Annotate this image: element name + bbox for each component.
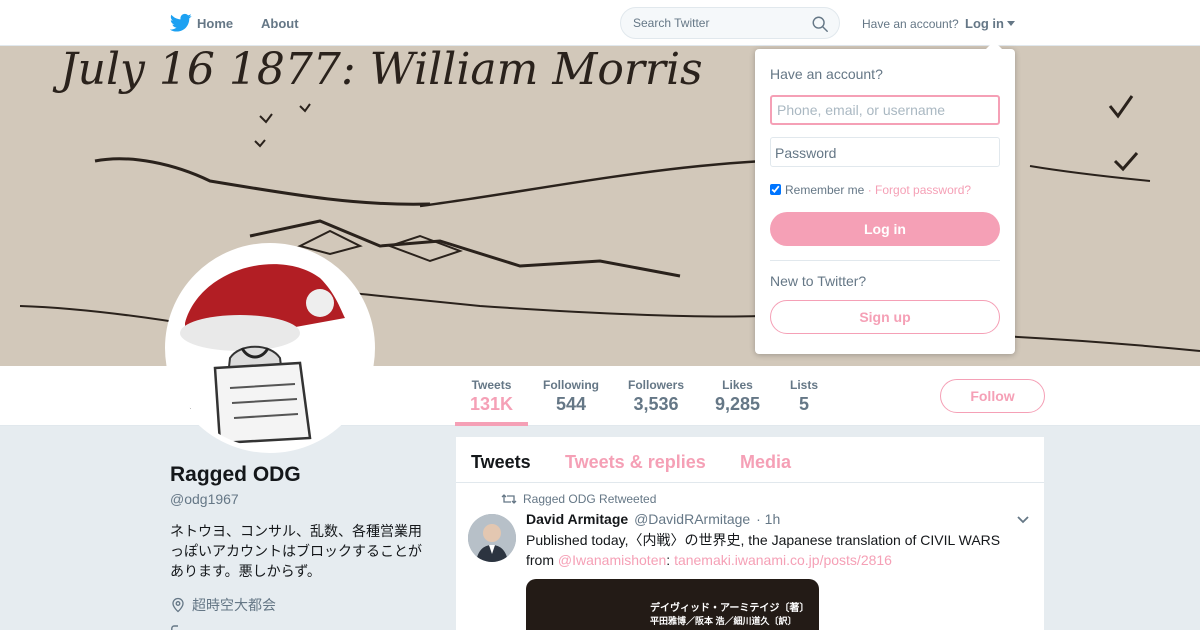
dropdown-divider xyxy=(770,260,1000,261)
stat-value: 131K xyxy=(470,394,514,414)
retweet-icon xyxy=(501,494,517,504)
tab-media[interactable]: Media xyxy=(740,452,791,473)
stat-label: Following xyxy=(543,378,599,392)
profile-location: 超時空大都会 xyxy=(170,595,276,615)
profile-avatar[interactable] xyxy=(165,243,375,453)
chevron-down-icon[interactable] xyxy=(1016,515,1030,525)
remember-me-checkbox[interactable] xyxy=(770,184,781,195)
tab-tweets[interactable]: Tweets xyxy=(471,452,531,473)
top-navigation-bar: Home About Search Twitter Have an accoun… xyxy=(0,0,1200,46)
password-field[interactable] xyxy=(770,137,1000,167)
tab-tweets-and-replies[interactable]: Tweets & replies xyxy=(565,452,706,473)
stat-following[interactable]: Following 544 xyxy=(543,378,599,415)
nav-home-link[interactable]: Home xyxy=(197,16,233,31)
profile-bio: ネトウヨ、コンサル、乱数、各種営業用っぽいアカウントはブロックすることがあります… xyxy=(170,523,422,579)
stat-label: Likes xyxy=(722,378,753,392)
stat-lists[interactable]: Lists 5 xyxy=(790,378,818,415)
login-dropdown-toggle[interactable]: Log in xyxy=(965,16,1015,31)
retweet-context: Ragged ODG Retweeted xyxy=(501,492,656,506)
search-box[interactable]: Search Twitter xyxy=(620,7,840,39)
tweet-url-link[interactable]: tanemaki.iwanami.co.jp/posts/2816 xyxy=(674,552,892,568)
login-button[interactable]: Log in xyxy=(770,212,1000,246)
new-to-twitter-text: New to Twitter? xyxy=(770,273,867,289)
profile-handle[interactable]: @odg1967 xyxy=(170,491,239,507)
stat-label: Tweets xyxy=(471,378,512,392)
tweet-text-separator: : xyxy=(666,552,675,568)
stat-tweets[interactable]: Tweets 131K xyxy=(470,378,513,415)
stat-value: 544 xyxy=(555,394,587,414)
search-input[interactable]: Search Twitter xyxy=(633,16,709,30)
username-field[interactable] xyxy=(770,95,1000,125)
author-photo xyxy=(468,514,516,562)
remember-me-label[interactable]: Remember me xyxy=(785,183,864,197)
tweet-mention-link[interactable]: @Iwanamishoten xyxy=(558,552,666,568)
dropdown-title: Have an account? xyxy=(770,66,883,82)
tweet-header: David Armitage @DavidRArmitage · 1h xyxy=(526,511,780,527)
stat-label: Followers xyxy=(628,378,685,392)
dropdown-pointer xyxy=(986,41,1002,49)
stat-value: 9,285 xyxy=(715,394,761,414)
follow-button[interactable]: Follow xyxy=(940,379,1045,413)
caret-down-icon xyxy=(1007,21,1015,26)
stat-value: 5 xyxy=(799,394,810,414)
avatar-image xyxy=(170,248,370,448)
retweet-context-text[interactable]: Ragged ODG Retweeted xyxy=(523,492,656,506)
media-caption-translators: 平田雅博／阪本 浩／細川道久〔訳〕 xyxy=(650,616,797,626)
signup-button[interactable]: Sign up xyxy=(770,300,1000,334)
stat-followers[interactable]: Followers 3,536 xyxy=(628,378,684,415)
tweet-media-image[interactable]: デイヴィッド・アーミテイジ〔著〕 平田雅博／阪本 浩／細川道久〔訳〕 xyxy=(526,579,819,630)
login-dropdown: Have an account? Password Remember me · … xyxy=(755,41,1015,354)
stat-value: 3,536 xyxy=(633,394,679,414)
media-caption-author: デイヴィッド・アーミテイジ〔著〕 xyxy=(650,603,810,614)
login-link-label[interactable]: Log in xyxy=(965,16,1004,31)
tweet-author-avatar[interactable] xyxy=(468,514,516,562)
tweet-text: Published today,〈内戦〉の世界史, the Japanese t… xyxy=(526,530,1026,570)
banner-handwriting: July 16 1877: William Morris xyxy=(52,46,703,95)
stat-likes[interactable]: Likes 9,285 xyxy=(715,378,760,415)
link-icon xyxy=(171,625,178,630)
location-text: 超時空大都会 xyxy=(192,597,276,613)
timeline: Tweets Tweets & replies Media Ragged ODG… xyxy=(456,437,1044,630)
tweet-author-name[interactable]: David Armitage xyxy=(526,511,628,527)
location-pin-icon xyxy=(172,597,184,613)
twitter-bird-icon[interactable] xyxy=(170,13,192,33)
tweet-timestamp[interactable]: · 1h xyxy=(756,511,780,527)
forgot-password-link[interactable]: · Forgot password? xyxy=(868,183,971,197)
nav-about-link[interactable]: About xyxy=(261,16,299,31)
remember-me-row: Remember me · Forgot password? xyxy=(770,183,971,197)
have-account-text: Have an account? xyxy=(862,17,959,31)
search-icon[interactable] xyxy=(811,15,829,33)
tweet-author-handle[interactable]: @DavidRArmitage xyxy=(634,511,750,527)
profile-name[interactable]: Ragged ODG xyxy=(170,463,301,487)
timeline-tabs: Tweets Tweets & replies Media xyxy=(456,437,1044,483)
active-stat-underline xyxy=(455,422,528,426)
stat-label: Lists xyxy=(790,378,819,392)
